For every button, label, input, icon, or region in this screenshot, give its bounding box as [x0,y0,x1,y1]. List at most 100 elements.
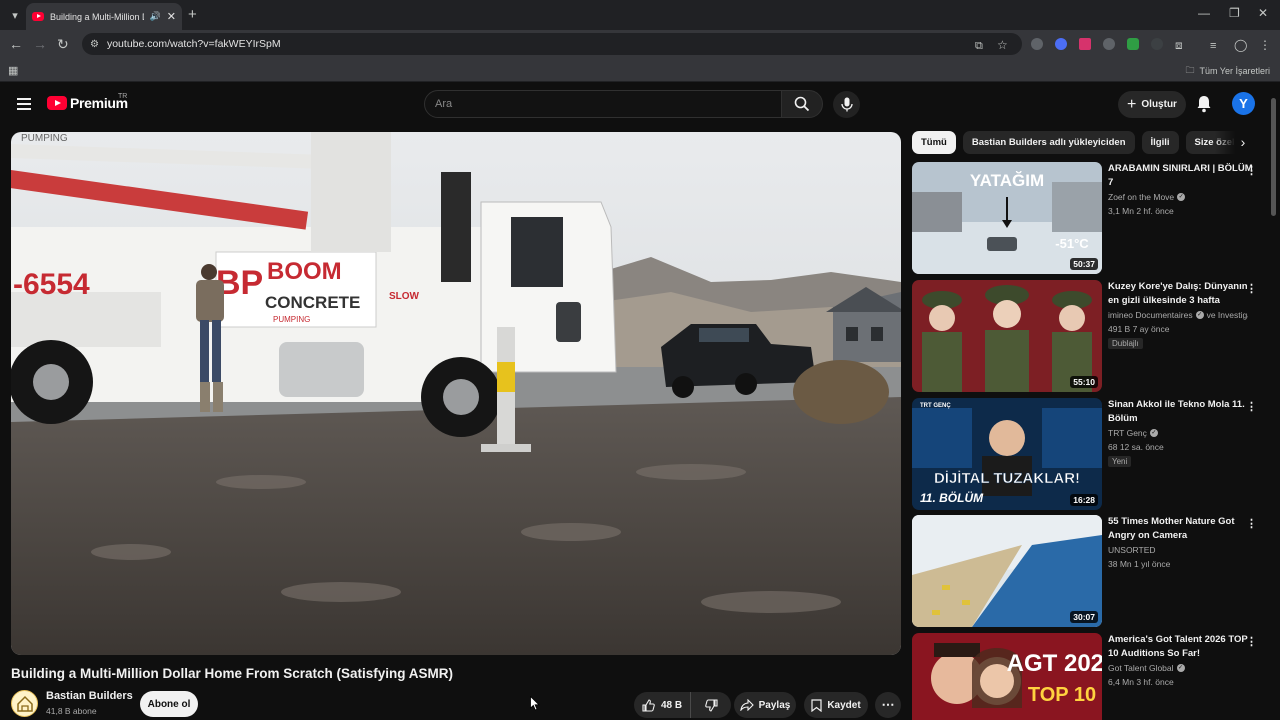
minimize-icon[interactable]: — [1198,6,1210,20]
chevron-right-icon[interactable]: › [1234,133,1252,151]
youtube-favicon-icon [32,12,44,21]
channel-avatar[interactable] [11,690,38,717]
youtube-header: Premium TR + Oluştur Y [0,83,1280,127]
more-vertical-icon[interactable]: ⋮ [1246,402,1257,413]
video-thumbnail[interactable]: 30:07 [912,515,1102,627]
video-thumbnail[interactable]: 55:10 [912,280,1102,392]
close-tab-icon[interactable]: ✕ [167,10,176,23]
extension-icon[interactable] [1103,38,1115,50]
recommendation-meta: 68 12 sa. önce [1108,442,1164,452]
extension-icon[interactable] [1055,38,1067,50]
recommendation-channel[interactable]: Got Talent Global ✓ [1108,663,1248,673]
notifications-button[interactable] [1196,95,1212,118]
recommendation-item[interactable]: 30:07 55 Times Mother Nature Got Angry o… [912,515,1262,628]
speaker-icon[interactable]: 🔊 [150,11,161,22]
video-duration: 55:10 [1070,376,1098,388]
chip-from-uploader[interactable]: Bastian Builders adlı yükleyiciden [962,131,1135,154]
reload-icon[interactable]: ↻ [57,35,69,53]
like-count: 48 B [661,699,683,711]
more-vertical-icon[interactable]: ⋮ [1246,166,1257,177]
video-thumbnail[interactable]: TRT GENÇ DİJİTAL TUZAKLAR! 11. BÖLÜM 16:… [912,398,1102,510]
create-button[interactable]: + Oluştur [1118,91,1186,118]
all-bookmarks[interactable]: 🗀 Tüm Yer İşaretleri [1185,63,1270,79]
like-button[interactable]: 48 B [634,692,692,718]
like-dislike-group: 48 B [634,692,731,718]
new-tab-icon[interactable]: + [188,6,197,24]
channel-label: Got Talent Global [1108,663,1174,673]
recommendation-title[interactable]: Sinan Akkol ile Tekno Mola 11. Bölüm [1108,398,1258,425]
voice-search-button[interactable] [833,91,860,118]
apps-grid-icon[interactable]: ▦ [8,64,18,77]
recommendation-channel[interactable]: imineo Documentaires ✓ ve Investigati... [1108,310,1248,320]
recommendation-item[interactable]: 55:10 Kuzey Kore'ye Dalış: Dünyanın en g… [912,280,1262,393]
more-vertical-icon[interactable]: ⋮ [1246,284,1257,295]
profile-icon[interactable]: ◯ [1234,36,1247,54]
window-close-icon[interactable]: ✕ [1258,6,1268,20]
truck-text-concrete: CONCRETE [265,293,360,312]
extension-icon[interactable] [1151,38,1163,50]
cast-icon[interactable]: ⧉ [975,37,983,55]
video-thumbnail[interactable]: AGT 2026 TOP 10 [912,633,1102,720]
recommendation-channel[interactable]: Zoef on the Move ✓ [1108,192,1248,202]
video-player[interactable]: BP BOOM CONCRETE PUMPING -6554 SLOW PUMP… [11,132,901,655]
search-button[interactable] [781,90,823,118]
recommendation-meta: 38 Mn 1 yıl önce [1108,559,1171,569]
truck-phone-text: -6554 [13,268,90,301]
recommendation-channel[interactable]: UNSORTED [1108,545,1248,555]
url-text[interactable]: youtube.com/watch?v=fakWEYIrSpM [107,38,281,50]
recommendation-item[interactable]: AGT 2026 TOP 10 America's Got Talent 202… [912,633,1262,720]
recommendation-item[interactable]: YATAĞIM -51°C 50:37 ARABAMIN SINIRLARI |… [912,162,1262,275]
thumb-channel-logo: TRT GENÇ [920,403,951,409]
tab-search-icon[interactable]: ▾ [6,6,24,24]
site-info-icon[interactable]: ⚙ [90,39,99,50]
verified-check-icon: ✓ [1177,193,1186,201]
extensions-puzzle-icon[interactable]: ⧈ [1175,36,1183,54]
youtube-premium-logo[interactable]: Premium TR [47,93,128,111]
omnibox[interactable]: ⚙ youtube.com/watch?v=fakWEYIrSpM [82,33,1022,55]
more-vertical-icon[interactable]: ⋮ [1246,637,1257,648]
restore-icon[interactable]: ❐ [1229,6,1240,20]
channel-label: UNSORTED [1108,545,1156,555]
more-actions-button[interactable]: ⋯ [875,692,901,718]
recommendation-title[interactable]: ARABAMIN SINIRLARI | BÖLÜM 7 [1108,162,1258,189]
recommendation-title[interactable]: America's Got Talent 2026 TOP 10 Auditio… [1108,633,1258,660]
subscribe-button[interactable]: Abone ol [140,691,198,717]
create-label: Oluştur [1141,99,1177,110]
channel-label: Zoef on the Move [1108,192,1175,202]
recommendation-channel[interactable]: TRT Genç ✓ [1108,428,1248,438]
bookmark-star-icon[interactable]: ☆ [997,36,1008,54]
microphone-icon [840,97,853,112]
recommendation-item[interactable]: TRT GENÇ DİJİTAL TUZAKLAR! 11. BÖLÜM 16:… [912,398,1262,511]
thumb-text: AGT 2026 [1007,650,1102,677]
search-box[interactable] [424,90,782,118]
more-vertical-icon[interactable]: ⋮ [1246,519,1257,530]
dislike-button[interactable] [691,692,731,718]
extension-icon[interactable] [1031,38,1043,50]
guide-menu-icon[interactable] [17,98,31,110]
page-scrollbar[interactable] [1270,90,1276,720]
thumbs-up-icon [642,698,655,712]
truck-slow-text: SLOW [389,291,420,302]
youtube-logo-icon [47,96,67,110]
bookmark-icon [811,698,822,712]
account-avatar[interactable]: Y [1232,92,1255,115]
scrollbar-thumb[interactable] [1271,98,1276,216]
share-button[interactable]: Paylaş [734,692,796,718]
recommendation-title[interactable]: 55 Times Mother Nature Got Angry on Came… [1108,515,1258,542]
recommendation-title[interactable]: Kuzey Kore'ye Dalış: Dünyanın en gizli ü… [1108,280,1258,307]
forward-icon[interactable]: → [33,35,47,53]
back-icon[interactable]: ← [9,35,23,53]
extension-icon[interactable] [1127,38,1139,50]
browser-tab[interactable]: Building a Multi-Million Do 🔊 ✕ [26,3,182,30]
media-controls-icon[interactable]: ≡ [1210,37,1216,55]
channel-label: TRT Genç [1108,428,1147,438]
chip-related[interactable]: İlgili [1141,131,1179,154]
video-thumbnail[interactable]: YATAĞIM -51°C 50:37 [912,162,1102,274]
channel-name[interactable]: Bastian Builders [46,690,133,702]
tab-title: Building a Multi-Million Do [50,11,144,22]
browser-menu-icon[interactable]: ⋮ [1259,36,1271,54]
extension-icon[interactable] [1079,38,1091,50]
search-input[interactable] [435,98,781,110]
save-button[interactable]: Kaydet [804,692,868,718]
chip-all[interactable]: Tümü [912,131,956,154]
